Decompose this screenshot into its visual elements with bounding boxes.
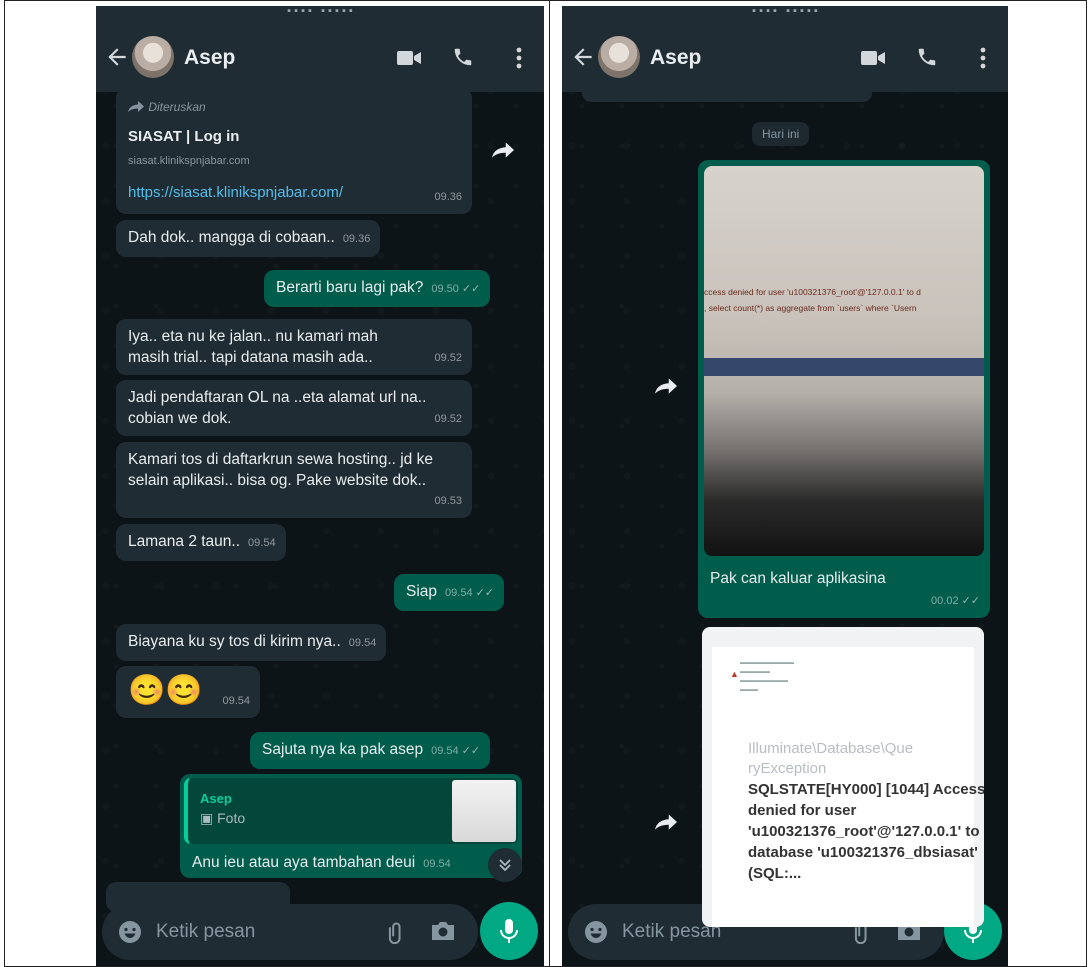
mic-icon (500, 919, 518, 943)
photo-message-bubble[interactable]: ccess denied for user 'u100321376_root'@… (698, 160, 990, 618)
message-time: 09.36 (342, 233, 371, 245)
back-arrow-icon[interactable] (570, 44, 596, 70)
exception-title: Illuminate\Database\QueryException (748, 740, 914, 777)
share-icon (655, 814, 677, 830)
contact-name[interactable]: Asep (650, 46, 701, 70)
partial-message-bubble[interactable] (582, 84, 872, 102)
link-url[interactable]: https://siasat.klinikspnjabar.com/ (128, 182, 462, 203)
emoji-icon[interactable] (118, 920, 142, 944)
share-button[interactable] (648, 804, 684, 840)
more-vert-icon[interactable] (516, 46, 522, 70)
chat-header: Asep (96, 22, 544, 92)
message-bubble[interactable]: Iya.. eta nu ke jalan.. nu kamari mah ma… (116, 319, 472, 375)
message-time: 09.52 (434, 352, 462, 364)
reply-type: ▣ Foto (200, 810, 246, 826)
message-input[interactable]: Ketik pesan (156, 921, 255, 943)
message-time: 00.02 ✓✓ (931, 595, 980, 607)
document-photo-message[interactable]: ▲ ▬▬▬▬▬▬▬▬▬ ▬▬▬▬▬ ▬▬▬▬▬▬▬▬ ▬▬▬ Illuminate\D… (702, 627, 984, 927)
message-bubble[interactable]: Jadi pendaftaran OL na ..eta alamat url … (116, 380, 472, 436)
share-icon (655, 378, 677, 394)
back-arrow-icon[interactable] (104, 44, 130, 70)
message-time: 09.54 (445, 587, 473, 599)
double-check-icon: ✓✓ (961, 595, 980, 607)
reply-thumbnail (452, 780, 516, 842)
status-bar: ▪ ▪ ▪ ▪ ▪ ▪ ▪ ▪ ▪ (562, 6, 1008, 22)
message-text: Anu ieu atau aya tambahan deui (192, 854, 416, 871)
link-domain: siasat.klinikspnjabar.com (128, 155, 250, 167)
message-time: 09.54 (248, 537, 276, 549)
double-check-icon: ✓✓ (475, 587, 494, 599)
message-bubble[interactable]: Lamana 2 taun.. 09.54 (116, 524, 286, 561)
document-meta-lines: ▬▬▬▬▬▬▬▬▬ ▬▬▬▬▬ ▬▬▬▬▬▬▬▬ ▬▬▬ (740, 660, 794, 693)
share-button[interactable] (648, 368, 684, 404)
document-page: ▲ ▬▬▬▬▬▬▬▬▬ ▬▬▬▬▬ ▬▬▬▬▬▬▬▬ ▬▬▬ Illuminate\D… (712, 647, 984, 927)
date-divider: Hari ini (752, 122, 810, 146)
message-bubble-outgoing[interactable]: Siap 09.54 ✓✓ (394, 574, 504, 611)
phone-icon[interactable] (452, 46, 474, 68)
message-time: 09.36 (434, 191, 462, 203)
message-text: Sajuta nya ka pak asep (262, 741, 424, 758)
message-text: Jadi pendaftaran OL na ..eta alamat url … (128, 389, 427, 427)
forward-icon (128, 101, 144, 113)
emoji-message-bubble[interactable]: 😊😊 09.54 (116, 666, 260, 718)
message-time: 09.54 (423, 858, 451, 870)
message-bubble-outgoing[interactable]: Sajuta nya ka pak asep 09.54 ✓✓ (250, 732, 491, 769)
video-call-icon[interactable] (860, 48, 886, 68)
share-button[interactable] (485, 132, 521, 168)
message-text: Kamari tos di daftarkrun sewa hosting.. … (128, 451, 433, 489)
message-time: 09.54 (348, 637, 377, 649)
emoji-icon[interactable] (584, 920, 608, 944)
avatar[interactable] (132, 36, 174, 78)
message-text: Biayana ku sy tos di kirim nya.. (128, 633, 341, 650)
photo-caption: Pak can kaluar aplikasina (710, 570, 886, 587)
more-vert-icon[interactable] (980, 46, 986, 70)
message-composer[interactable]: Ketik pesan (102, 904, 478, 960)
message-text: Iya.. eta nu ke jalan.. nu kamari mah ma… (128, 328, 378, 366)
double-check-icon: ✓✓ (461, 745, 481, 757)
avatar[interactable] (598, 36, 640, 78)
message-bubble-outgoing[interactable]: Berarti baru lagi pak? 09.50 ✓✓ (264, 270, 491, 307)
message-text: Dah dok.. mangga di cobaan.. (128, 229, 335, 246)
cell-divider (549, 0, 550, 967)
video-call-icon[interactable] (396, 48, 422, 68)
forward-label: Diteruskan (128, 96, 462, 118)
message-text: Lamana 2 taun.. (128, 533, 241, 550)
double-check-icon: ✓✓ (461, 283, 481, 295)
camera-icon[interactable] (430, 920, 456, 942)
message-time: 09.52 (434, 413, 462, 425)
error-marker-icon: ▲ (730, 669, 739, 679)
quoted-reply[interactable]: Asep ▣ Foto (184, 778, 518, 844)
photo-attachment[interactable]: ccess denied for user 'u100321376_root'@… (704, 166, 984, 556)
photo-error-text: , select count(*) as aggregate from `use… (704, 303, 917, 313)
phone-icon[interactable] (916, 46, 938, 68)
attach-icon[interactable] (384, 920, 408, 944)
message-bubble[interactable]: Kamari tos di daftarkrun sewa hosting.. … (116, 442, 472, 518)
sql-error-message: SQLSTATE[HY000] [1044] Access denied for… (748, 781, 984, 882)
photo-icon: ▣ (200, 810, 218, 826)
chat-header: Asep (562, 22, 1008, 92)
message-text: 😊😊 (128, 674, 203, 707)
reply-sender: Asep (200, 791, 232, 806)
reply-message-bubble[interactable]: Asep ▣ Foto Anu ieu atau aya tambahan de… (180, 774, 522, 878)
message-time: 09.54 (431, 745, 459, 757)
message-bubble[interactable]: Biayana ku sy tos di kirim nya.. 09.54 (116, 624, 387, 661)
scroll-down-button[interactable] (488, 848, 522, 882)
photo-menu-strip (704, 358, 984, 376)
link-title: SIASAT | Log in (128, 128, 240, 145)
left-phone-screen: ▪ ▪ ▪ ▪ ▪ ▪ ▪ ▪ ▪ Asep Diteruskan SIASAT… (96, 6, 544, 966)
forwarded-link-message[interactable]: Diteruskan SIASAT | Log in siasat.klinik… (116, 88, 472, 214)
voice-message-button[interactable] (480, 902, 538, 960)
message-time: 09.54 (222, 695, 250, 707)
scroll-down-icon (499, 859, 511, 872)
status-bar: ▪ ▪ ▪ ▪ ▪ ▪ ▪ ▪ ▪ (96, 6, 544, 22)
contact-name[interactable]: Asep (184, 46, 235, 70)
share-icon (492, 142, 514, 158)
message-bubble[interactable]: Dah dok.. mangga di cobaan.. 09.36 (116, 220, 381, 257)
message-text: Berarti baru lagi pak? (276, 279, 424, 296)
message-text: Siap (406, 583, 438, 600)
message-time: 09.53 (434, 495, 462, 507)
link-preview-card[interactable]: SIASAT | Log in siasat.klinikspnjabar.co… (128, 126, 462, 172)
message-time: 09.50 (431, 283, 459, 295)
